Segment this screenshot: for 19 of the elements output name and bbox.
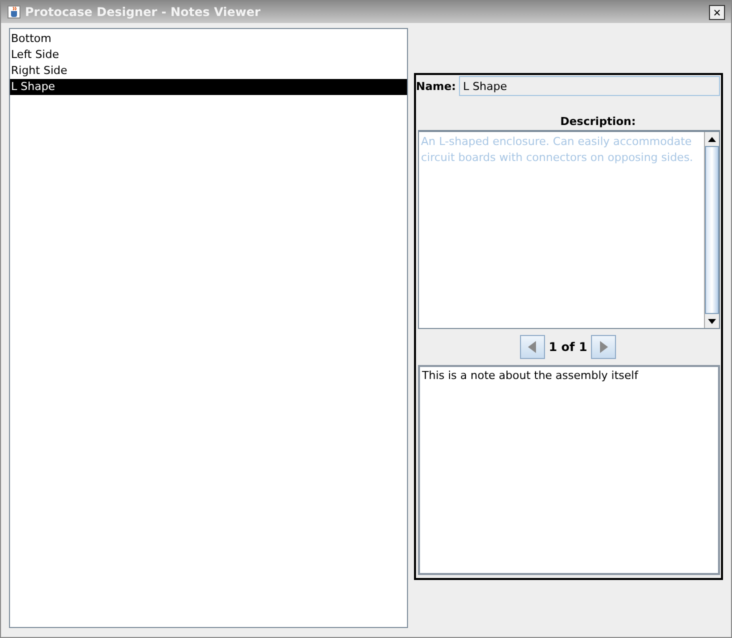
window-title: Protocase Designer - Notes Viewer [25,5,262,19]
list-item[interactable]: L Shape [10,79,407,95]
previous-button[interactable] [520,335,545,359]
list-item[interactable]: Right Side [10,63,407,79]
page-counter: 1 of 1 [548,340,588,354]
note-area[interactable]: This is a note about the assembly itself [418,365,720,575]
description-label: Description: [559,115,637,128]
cup-icon [7,5,21,19]
up-arrow-icon[interactable] [708,136,716,142]
scroll-bar[interactable] [704,132,719,328]
next-button[interactable] [591,335,616,359]
name-field[interactable]: L Shape [458,76,720,96]
down-arrow-icon[interactable] [708,318,716,324]
list-item[interactable]: Left Side [10,47,407,63]
list-item[interactable]: Bottom [10,31,407,47]
name-label: Name: [416,80,456,92]
close-button[interactable]: × [709,4,725,20]
note-text: This is a note about the assembly itself [422,369,638,382]
description-text: An L-shaped enclosure. Can easily accommodate circuit boards with connectors on opposing sides. [420,134,694,166]
